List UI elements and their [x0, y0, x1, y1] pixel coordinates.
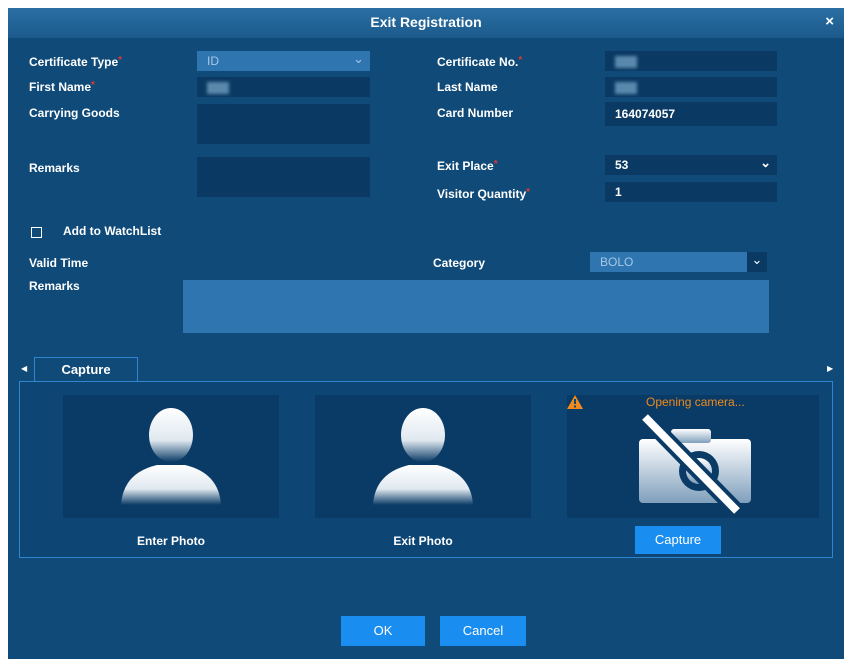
chevron-down-icon: ⌄ — [747, 252, 767, 272]
warning-icon — [567, 395, 583, 409]
enter-photo-frame — [63, 395, 279, 518]
last-name-label: Last Name — [437, 80, 498, 94]
certificate-type-value: ID — [207, 54, 219, 68]
category-value: BOLO — [600, 255, 634, 269]
certificate-no-input[interactable] — [605, 51, 777, 71]
dialog-titlebar: Exit Registration × — [8, 8, 844, 38]
remarks-label: Remarks — [29, 161, 80, 175]
person-silhouette-icon — [373, 408, 473, 505]
carrying-goods-label: Carrying Goods — [29, 106, 120, 120]
tab-strip: ◀ Capture ▶ — [8, 352, 844, 382]
certificate-no-label: Certificate No.* — [437, 55, 523, 69]
scroll-right-icon[interactable]: ▶ — [827, 364, 833, 373]
last-name-input[interactable] — [605, 77, 777, 97]
exit-place-value: 53 — [615, 158, 629, 172]
remarks-input[interactable] — [197, 157, 370, 197]
camera-preview-frame — [567, 395, 819, 518]
visitor-quantity-label: Visitor Quantity* — [437, 187, 531, 201]
certificate-type-label: Certificate Type* — [29, 55, 123, 69]
visitor-quantity-input[interactable]: 1 — [605, 182, 777, 202]
dialog-title: Exit Registration — [370, 14, 482, 30]
category-select[interactable]: BOLO ⌄ — [590, 252, 767, 272]
person-silhouette-icon — [121, 408, 221, 505]
card-number-label: Card Number — [437, 106, 514, 120]
card-number-input[interactable]: 164074057 — [605, 102, 777, 126]
carrying-goods-input[interactable] — [197, 104, 370, 144]
chevron-down-icon: ⌄ — [353, 51, 364, 66]
add-to-watchlist-label: Add to WatchList — [63, 224, 162, 238]
capture-button[interactable]: Capture — [635, 526, 721, 554]
exit-registration-dialog: Exit Registration × Certificate Type* ID… — [8, 8, 844, 659]
watchlist-remarks-label: Remarks — [29, 279, 80, 293]
close-icon[interactable]: × — [825, 13, 834, 30]
add-to-watchlist-checkbox[interactable] — [31, 227, 42, 238]
watchlist-remarks-textarea[interactable] — [183, 280, 769, 333]
valid-time-label: Valid Time — [29, 256, 89, 270]
camera-status-text: Opening camera... — [646, 395, 745, 409]
first-name-input[interactable] — [197, 77, 370, 97]
exit-photo-label: Exit Photo — [393, 534, 453, 548]
first-name-label: First Name* — [29, 80, 95, 94]
camera-off-icon — [639, 411, 751, 517]
chevron-down-icon: ⌄ — [760, 155, 771, 170]
scroll-left-icon[interactable]: ◀ — [21, 364, 27, 373]
exit-photo-frame — [315, 395, 531, 518]
redacted-value — [207, 81, 229, 94]
enter-photo-label: Enter Photo — [137, 534, 205, 548]
capture-panel: Enter Photo Exit Photo Opening camera...… — [19, 381, 833, 558]
tab-capture[interactable]: Capture — [34, 357, 138, 382]
category-label: Category — [433, 256, 486, 270]
cancel-button[interactable]: Cancel — [440, 616, 526, 646]
exit-place-label: Exit Place* — [437, 159, 498, 173]
exit-place-select[interactable]: 53 ⌄ — [605, 155, 777, 175]
redacted-value — [615, 81, 637, 94]
certificate-type-select[interactable]: ID ⌄ — [197, 51, 370, 71]
redacted-value — [615, 55, 637, 68]
ok-button[interactable]: OK — [341, 616, 425, 646]
